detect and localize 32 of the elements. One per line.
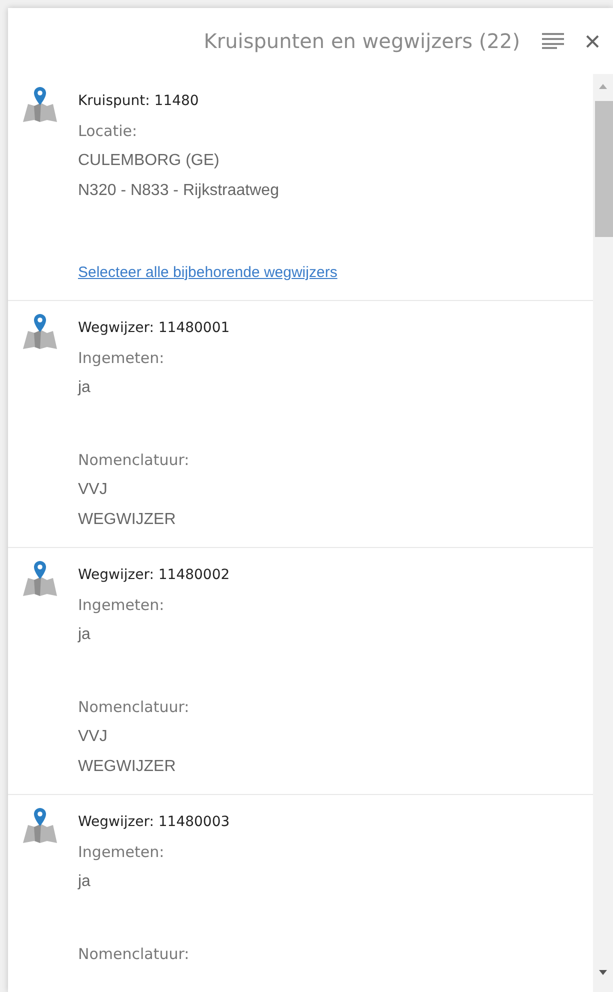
item-title: Kruispunt: 11480 [78,92,200,111]
field-value: CULEMBORG (GE) [78,151,220,171]
close-icon[interactable] [586,34,599,48]
field-label: Nomenclatuur: [78,697,190,718]
map-pin-icon [20,311,60,351]
item-title: Wegwijzer: 11480001 [78,319,230,338]
field-value: ja [78,378,92,398]
scroll-up-icon[interactable] [599,84,607,89]
map-pin-icon [20,558,60,598]
field-label: Ingemeten: [78,842,166,863]
menu-icon[interactable] [542,33,564,49]
scroll-down-icon[interactable] [599,970,607,975]
map-pin-icon [20,84,60,124]
field-value: WEGWIJZER [78,510,177,530]
field-value: VVJ [78,480,108,500]
scrollbar[interactable] [593,74,613,992]
field-label: Nomenclatuur: [78,450,190,471]
field-value: N320 - N833 - Rijkstraatweg [78,181,280,201]
select-signposts-link[interactable]: Selecteer alle bijbehorende wegwijzers [78,258,338,288]
field-label: Ingemeten: [78,595,166,616]
item-title: Wegwijzer: 11480003 [78,813,230,832]
map-pin-icon [20,805,60,845]
scrollbar-thumb[interactable] [595,101,613,237]
panel-title: Kruispunten en wegwijzers (22) [204,28,520,55]
field-value: ja [78,872,92,892]
field-label: Nomenclatuur: [78,944,190,965]
item-title: Wegwijzer: 11480002 [78,566,230,585]
field-value: VVJ [78,727,108,747]
field-label: Locatie: [78,121,138,142]
field-label: Ingemeten: [78,348,166,369]
field-value: WEGWIJZER [78,757,177,777]
field-value: ja [78,625,92,645]
